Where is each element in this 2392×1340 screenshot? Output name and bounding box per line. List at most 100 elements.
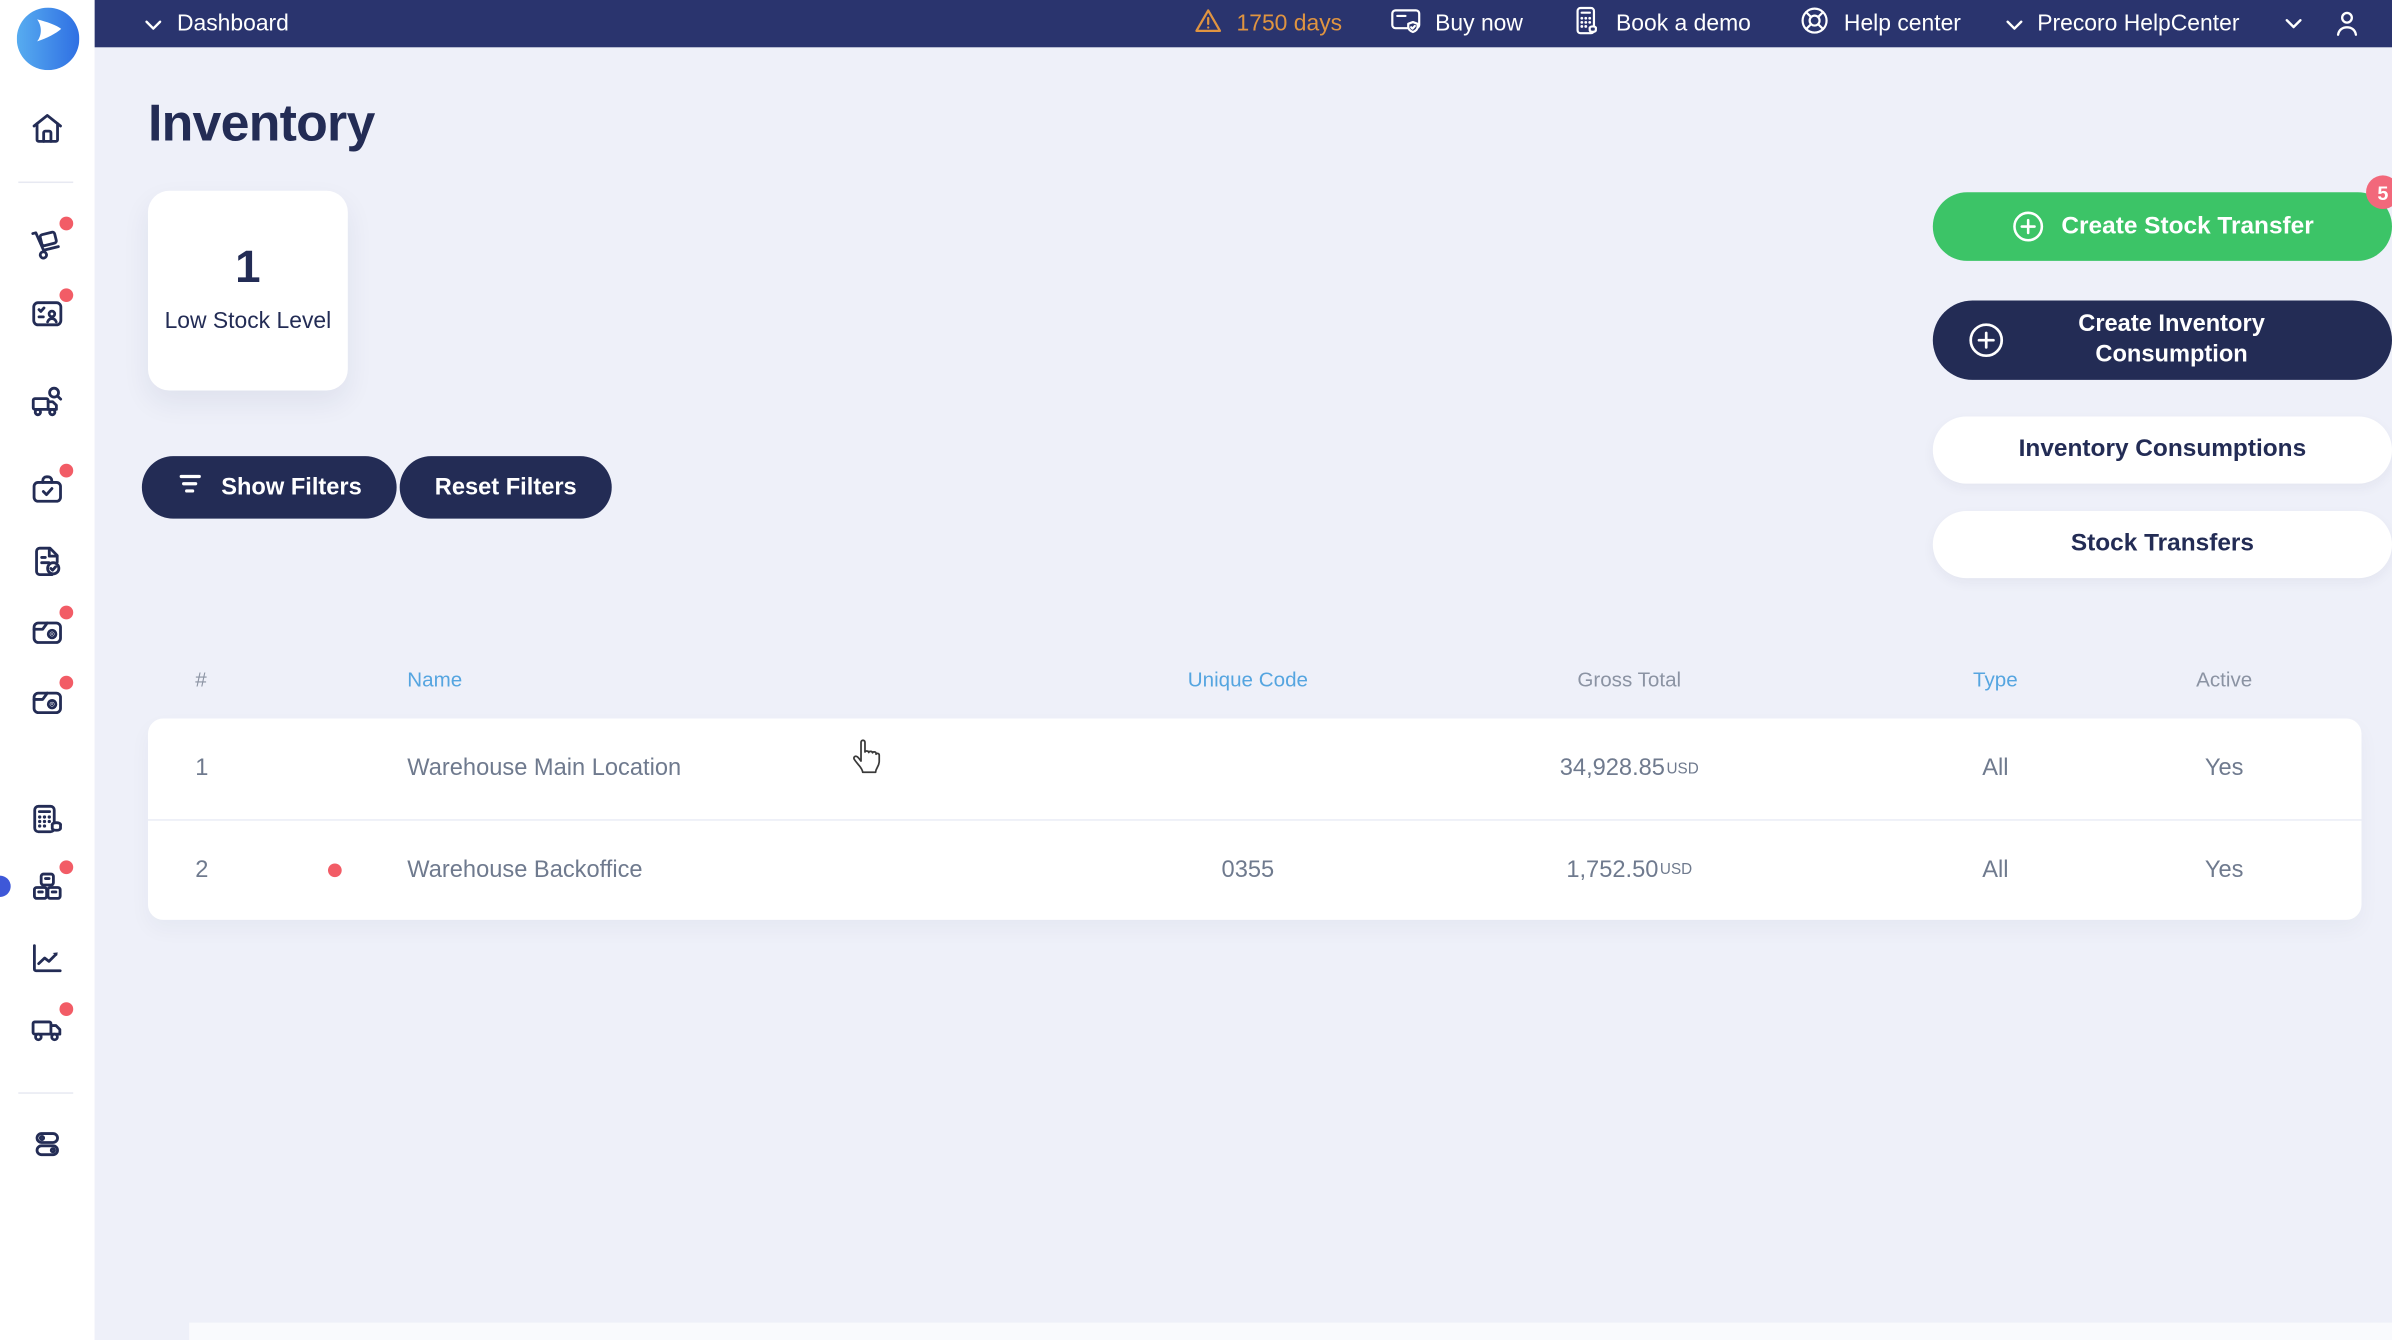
filter-icon <box>177 469 206 506</box>
sidebar <box>0 0 95 1340</box>
dashboard-dropdown[interactable]: Dashboard <box>145 11 289 37</box>
chevron-down-icon <box>2285 19 2302 29</box>
show-filters-button[interactable]: Show Filters <box>141 456 397 519</box>
stock-transfers-button[interactable]: Stock Transfers <box>1932 511 2392 579</box>
document-check-icon <box>35 546 61 577</box>
column-header-unique-code[interactable]: Unique Code <box>1095 667 1400 690</box>
row-number: 2 <box>195 856 209 883</box>
book-demo-button[interactable]: Book a demo <box>1569 3 1751 44</box>
warehouse-type: All <box>1982 755 2009 782</box>
sidebar-divider <box>18 181 74 184</box>
sidebar-divider <box>18 1092 74 1094</box>
sidebar-item-home[interactable] <box>27 108 67 148</box>
inventory-consumptions-button[interactable]: Inventory Consumptions <box>1932 416 2392 484</box>
inventory-consumptions-label: Inventory Consumptions <box>2018 436 2307 463</box>
sidebar-item-deliveries[interactable] <box>27 1002 74 1048</box>
table-header: # Name Unique Code Gross Total Type Acti… <box>148 662 2362 696</box>
user-icon <box>2336 11 2358 36</box>
topbar-right-group: 1750 days Buy now Book a demo Help cente… <box>1191 3 2365 44</box>
low-stock-count: 1 <box>235 243 261 294</box>
book-demo-label: Book a demo <box>1616 10 1751 37</box>
trial-countdown-label: 1750 days <box>1236 10 1343 37</box>
notification-dot <box>59 216 74 231</box>
sidebar-item-settings[interactable] <box>27 1124 67 1164</box>
warehouse-type: All <box>1982 856 2009 883</box>
sidebar-item-credit-notes[interactable] <box>27 675 74 722</box>
home-icon <box>32 114 62 143</box>
topbar: Dashboard 1750 days Buy now Book a demo <box>94 0 2392 48</box>
calculator-icon <box>1569 3 1604 44</box>
column-header-type[interactable]: Type <box>1858 667 2133 690</box>
help-center-button[interactable]: Help center <box>1797 3 1961 44</box>
sidebar-item-reports[interactable] <box>27 938 67 978</box>
sidebar-item-budgets[interactable] <box>27 799 67 839</box>
plus-circle-icon <box>1966 320 2006 360</box>
low-stock-label: Low Stock Level <box>164 308 332 335</box>
sidebar-item-invoices[interactable] <box>27 605 74 652</box>
low-stock-card[interactable]: 1 Low Stock Level <box>147 190 348 391</box>
notification-dot <box>59 1002 74 1016</box>
plus-circle-icon <box>2011 209 2046 244</box>
create-inventory-consumption-button[interactable]: Create Inventory Consumption <box>1932 300 2392 380</box>
notification-dot <box>59 675 74 690</box>
notification-dot <box>59 605 74 620</box>
dashboard-label: Dashboard <box>176 10 289 37</box>
chevron-down-icon <box>2007 11 2024 37</box>
column-header-active: Active <box>2196 667 2253 691</box>
column-header-name[interactable]: Name <box>407 667 1095 690</box>
user-menu-chevron[interactable] <box>2285 18 2302 29</box>
trial-countdown[interactable]: 1750 days <box>1191 4 1342 44</box>
unique-code: 0355 <box>1221 856 1275 883</box>
row-number: 1 <box>195 755 209 782</box>
help-center-label: Help center <box>1843 10 1961 37</box>
sidebar-item-requests[interactable] <box>27 288 74 334</box>
main-content: Inventory 1 Low Stock Level Show Filters… <box>95 47 2392 1340</box>
app-window: Dashboard 1750 days Buy now Book a demo <box>0 0 2392 1340</box>
notification-dot <box>59 463 74 478</box>
lifebuoy-icon <box>1797 3 1832 44</box>
create-inventory-consumption-label: Create Inventory Consumption <box>2078 310 2265 368</box>
sidebar-item-receipts[interactable] <box>27 542 67 582</box>
chevron-down-icon <box>145 11 162 37</box>
reset-filters-label: Reset Filters <box>434 473 577 500</box>
credit-card-icon <box>1388 3 1423 44</box>
budget-calculator-icon <box>33 804 62 834</box>
notification-dot <box>59 288 74 303</box>
stock-transfer-badge: 5 <box>2366 175 2392 209</box>
sidebar-item-procurement[interactable] <box>27 216 74 263</box>
helpcenter-dropdown-label: Precoro HelpCenter <box>2037 10 2240 37</box>
active-flag: Yes <box>2204 856 2244 883</box>
precoro-logo[interactable] <box>16 7 80 71</box>
page-title: Inventory <box>147 94 375 153</box>
helpcenter-dropdown[interactable]: Precoro HelpCenter <box>2007 10 2240 37</box>
sidebar-item-suppliers[interactable] <box>27 383 67 423</box>
gross-total: 34,928.85 USD <box>1559 755 1699 782</box>
create-stock-transfer-button[interactable]: Create Stock Transfer 5 <box>1932 175 2392 261</box>
settings-toggles-icon <box>35 1132 59 1157</box>
reset-filters-button[interactable]: Reset Filters <box>399 456 612 519</box>
column-header-gross-total: Gross Total <box>1577 667 1682 691</box>
notification-dot <box>59 860 74 875</box>
table-row[interactable]: 2 Warehouse Backoffice 0355 1,752.50 USD … <box>147 819 2362 920</box>
sidebar-item-inventory[interactable] <box>27 860 74 906</box>
active-item-indicator <box>0 875 11 897</box>
buy-now-label: Buy now <box>1435 10 1523 37</box>
stock-transfers-label: Stock Transfers <box>2070 530 2254 557</box>
gross-total: 1,752.50 USD <box>1566 856 1693 883</box>
user-profile-button[interactable] <box>2329 6 2364 41</box>
warehouse-name: Warehouse Main Location <box>407 755 682 782</box>
show-filters-label: Show Filters <box>221 473 362 500</box>
row-status-cell <box>262 863 407 878</box>
warning-triangle-icon <box>1191 4 1225 44</box>
create-stock-transfer-label: Create Stock Transfer <box>2061 212 2314 239</box>
buy-now-button[interactable]: Buy now <box>1388 3 1523 44</box>
sidebar-item-purchase-orders[interactable] <box>27 463 74 510</box>
warehouse-table: 1 Warehouse Main Location 34,928.85 USD A… <box>147 718 2362 920</box>
warehouse-name: Warehouse Backoffice <box>407 856 643 883</box>
supplier-truck-search-icon <box>31 386 63 417</box>
reports-chart-icon <box>32 944 62 973</box>
table-row[interactable]: 1 Warehouse Main Location 34,928.85 USD A… <box>148 719 2362 820</box>
column-header-num: # <box>195 667 207 691</box>
active-flag: Yes <box>2204 755 2244 782</box>
bottom-strip <box>189 1321 2392 1340</box>
